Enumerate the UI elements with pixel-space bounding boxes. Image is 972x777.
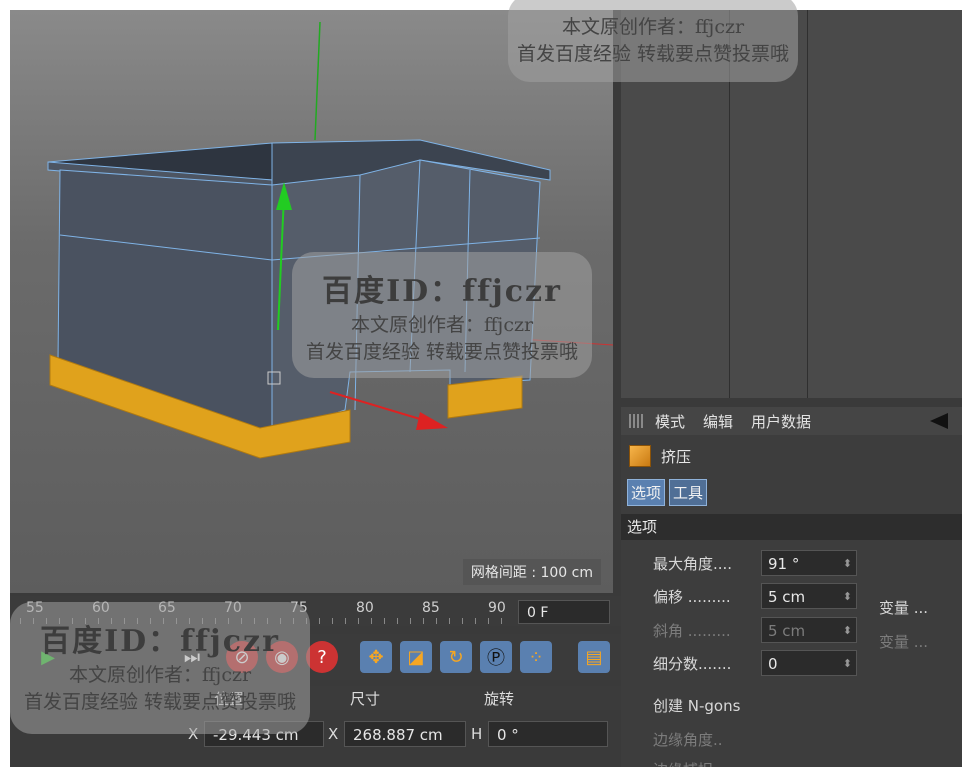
param-subdivision: 细分数....... 0: [653, 650, 857, 677]
watermark-top: 本文原创作者：ffjczr 首发百度经验 转载要点赞投票哦: [508, 0, 798, 82]
timeline-tick: 85: [422, 600, 440, 616]
create-ngons-label: 创建 N-gons: [653, 697, 741, 715]
watermark-author: 本文原创作者：ffjczr: [68, 664, 252, 686]
point-grid-icon[interactable]: ⁘: [520, 641, 552, 673]
grip-icon[interactable]: [629, 414, 643, 428]
menu-mode[interactable]: 模式: [655, 411, 685, 432]
section-header-options: 选项: [621, 514, 962, 540]
rotate-tool-icon[interactable]: ↻: [440, 641, 472, 673]
size-x-field[interactable]: 268.887 cm: [344, 721, 466, 747]
variance-label-dim: 变量 ...: [879, 633, 929, 651]
variance-label: 变量 ...: [879, 599, 929, 617]
size-header: 尺寸: [350, 690, 381, 708]
param-label: 最大角度....: [653, 554, 733, 573]
parameter-icon[interactable]: Ⓟ: [480, 641, 512, 673]
column-divider: [807, 10, 808, 398]
attribute-menubar: 模式 编辑 用户数据: [621, 407, 962, 435]
edge-angle-label: 边缘角度..: [653, 731, 723, 749]
extrude-tool-icon: [629, 445, 651, 467]
rotation-header: 旋转: [484, 690, 515, 708]
object-header: 挤压: [629, 445, 691, 467]
max-angle-field[interactable]: 91 °: [761, 550, 857, 577]
watermark-author: 本文原创作者：ffjczr: [561, 16, 745, 38]
timeline-tick: 90: [488, 600, 506, 616]
axis-label: X: [328, 725, 339, 743]
subdivision-field[interactable]: 0: [761, 650, 857, 677]
tab-tool[interactable]: 工具: [669, 479, 708, 506]
watermark-notice: 首发百度经验 转载要点赞投票哦: [305, 341, 579, 363]
menu-user-data[interactable]: 用户数据: [751, 411, 811, 432]
param-bevel: 斜角 ......... 5 cm: [653, 617, 857, 644]
param-label: 偏移 .........: [653, 587, 731, 606]
param-offset: 偏移 ......... 5 cm: [653, 583, 857, 610]
object-name: 挤压: [661, 447, 692, 466]
attribute-manager: 模式 编辑 用户数据 挤压 选项 工具 选项 最大角度.... 91 ° 偏移 …: [621, 407, 962, 767]
tab-options[interactable]: 选项: [627, 479, 666, 506]
back-arrow-icon[interactable]: [930, 413, 948, 429]
edge-snap-label: 边缘捕捉: [653, 759, 713, 767]
world-y-axis-line: [314, 21, 321, 141]
watermark-author: 本文原创作者：ffjczr: [350, 314, 534, 336]
watermark-notice: 首发百度经验 转载要点赞投票哦: [516, 43, 790, 65]
gizmo-x-arrow: [416, 412, 448, 430]
rotation-h-field[interactable]: 0 °: [488, 721, 608, 747]
watermark-notice: 首发百度经验 转载要点赞投票哦: [23, 691, 297, 713]
watermark-center: 百度ID：ffjczr 本文原创作者：ffjczr 首发百度经验 转载要点赞投票…: [292, 252, 592, 378]
bevel-field[interactable]: 5 cm: [761, 617, 857, 644]
watermark-bottom: 百度ID：ffjczr 本文原创作者：ffjczr 首发百度经验 转载要点赞投票…: [10, 602, 310, 734]
current-frame-field[interactable]: 0 F: [518, 600, 610, 624]
attribute-tabs: 选项 工具: [627, 479, 711, 506]
watermark-id: 百度ID：ffjczr: [322, 274, 562, 309]
timeline-tick: 80: [356, 600, 374, 616]
param-max-angle: 最大角度.... 91 °: [653, 550, 857, 577]
move-tool-icon[interactable]: ✥: [360, 641, 392, 673]
scale-tool-icon[interactable]: ◪: [400, 641, 432, 673]
param-label: 斜角 .........: [653, 621, 731, 640]
offset-field[interactable]: 5 cm: [761, 583, 857, 610]
film-strip-icon[interactable]: ▤: [578, 641, 610, 673]
param-label: 细分数.......: [653, 654, 732, 673]
axis-label: H: [471, 725, 483, 743]
help-icon[interactable]: ?: [306, 641, 338, 673]
grid-spacing-label: 网格间距 : 100 cm: [462, 559, 601, 585]
watermark-id: 百度ID：ffjczr: [40, 624, 280, 659]
menu-edit[interactable]: 编辑: [703, 411, 733, 432]
